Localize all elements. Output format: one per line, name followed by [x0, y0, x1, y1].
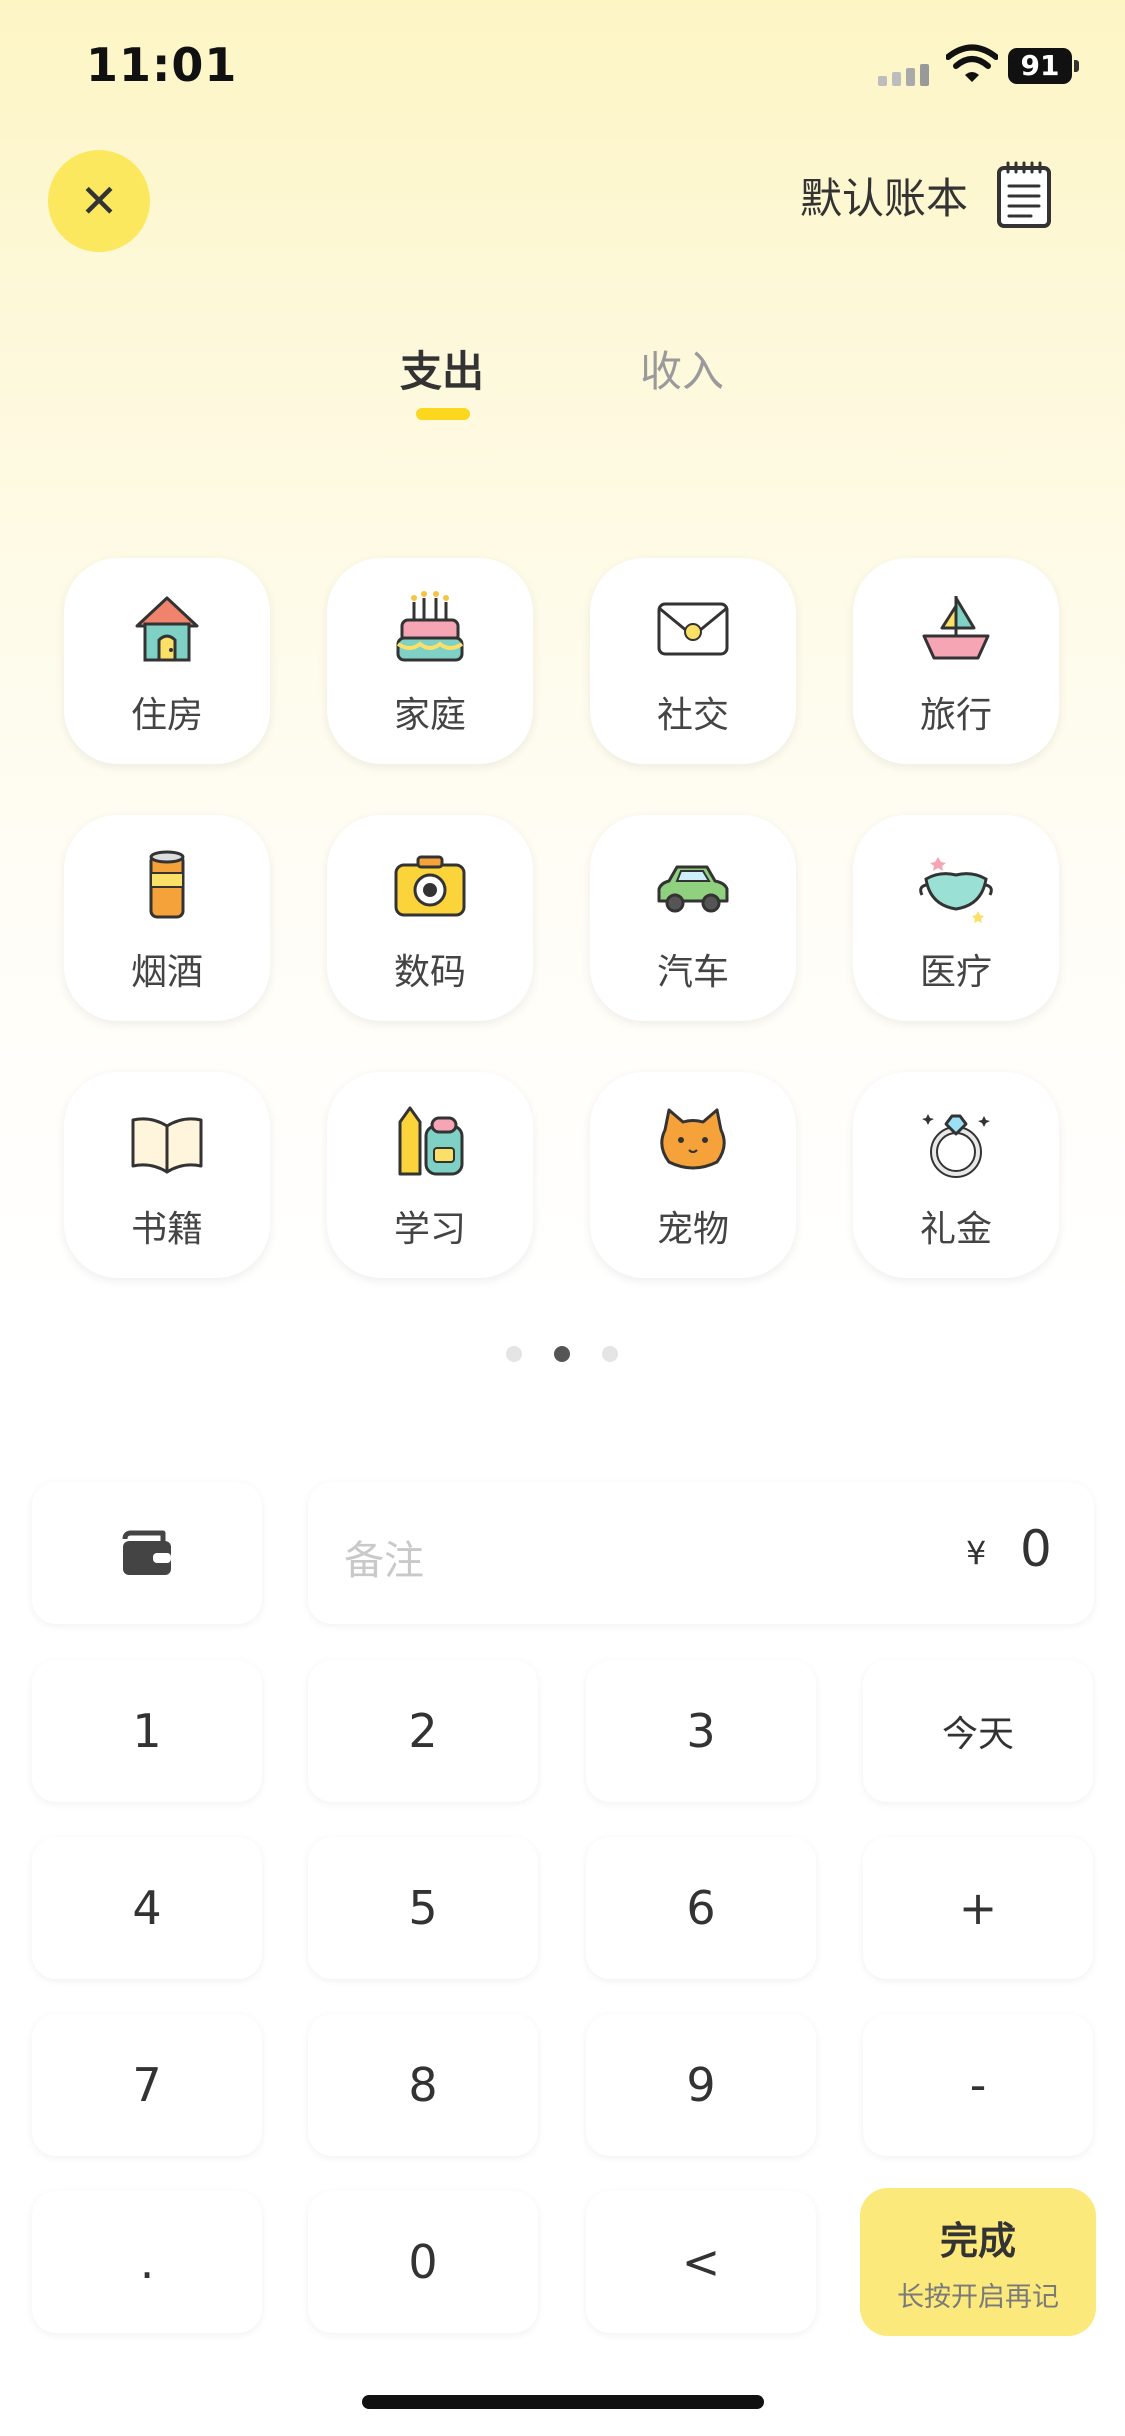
decimal-key[interactable]: .	[32, 2191, 262, 2333]
backspace-key[interactable]: <	[586, 2191, 816, 2333]
wallet-button[interactable]	[32, 1482, 262, 1624]
amount-display: 0	[1020, 1520, 1052, 1578]
battery-level: 91	[1008, 48, 1072, 84]
key-9[interactable]: 9	[586, 2014, 816, 2156]
home-indicator	[362, 2395, 764, 2409]
category-label: 宠物	[656, 1209, 729, 1250]
category-label: 汽车	[656, 952, 729, 993]
category-label: 住房	[130, 695, 203, 736]
category-gift-money[interactable]: 礼金	[853, 1072, 1059, 1278]
car-icon	[657, 865, 729, 913]
pencil-backpack-icon	[398, 1106, 464, 1176]
pager-dot-3[interactable]	[602, 1346, 618, 1362]
close-button[interactable]: ✕	[48, 150, 150, 252]
category-label: 礼金	[919, 1209, 992, 1250]
notepad-icon	[997, 161, 1052, 228]
today-button[interactable]: 今天	[863, 1660, 1093, 1802]
note-placeholder: 备注	[344, 1538, 424, 1584]
category-label: 学习	[393, 1209, 466, 1250]
house-icon	[135, 596, 199, 662]
battery-icon: 91	[1008, 48, 1080, 84]
category-books[interactable]: 书籍	[64, 1072, 270, 1278]
can-icon	[149, 850, 185, 919]
done-label: 完成	[939, 2219, 1016, 2263]
key-3[interactable]: 3	[586, 1660, 816, 1802]
category-tobacco-alcohol[interactable]: 烟酒	[64, 815, 270, 1021]
done-button[interactable]: 完成 长按开启再记	[860, 2188, 1096, 2336]
category-travel[interactable]: 旅行	[853, 558, 1059, 764]
key-7[interactable]: 7	[32, 2014, 262, 2156]
ring-icon	[922, 1114, 990, 1178]
key-2[interactable]: 2	[308, 1660, 538, 1802]
key-4[interactable]: 4	[32, 1837, 262, 1979]
sailboat-icon	[922, 596, 990, 660]
key-5[interactable]: 5	[308, 1837, 538, 1979]
key-0[interactable]: 0	[308, 2191, 538, 2333]
category-family[interactable]: 家庭	[327, 558, 533, 764]
key-6[interactable]: 6	[586, 1837, 816, 1979]
birthday-cake-icon	[396, 591, 464, 662]
note-input[interactable]: 备注 ¥ 0	[308, 1482, 1094, 1624]
category-label: 旅行	[919, 695, 992, 736]
mask-icon	[919, 857, 993, 923]
currency-symbol: ¥	[966, 1534, 987, 1572]
cellular-signal-icon	[878, 64, 929, 86]
category-medical[interactable]: 医疗	[853, 815, 1059, 1021]
camera-icon	[394, 855, 466, 917]
envelope-icon	[657, 602, 729, 656]
close-icon: ✕	[79, 174, 119, 228]
category-social[interactable]: 社交	[590, 558, 796, 764]
category-car[interactable]: 汽车	[590, 815, 796, 1021]
tab-expense[interactable]: 支出	[372, 338, 512, 399]
category-label: 烟酒	[130, 952, 203, 993]
category-label: 家庭	[393, 695, 466, 736]
status-time: 11:01	[86, 38, 238, 92]
tab-active-indicator	[416, 408, 470, 420]
wallet-icon	[122, 1530, 171, 1575]
account-book-label: 默认账本	[800, 173, 969, 223]
account-book-selector[interactable]: 默认账本	[800, 160, 1052, 230]
category-label: 医疗	[919, 952, 992, 993]
category-housing[interactable]: 住房	[64, 558, 270, 764]
tab-income[interactable]: 收入	[612, 338, 752, 399]
pager-dot-2[interactable]	[554, 1346, 570, 1362]
category-study[interactable]: 学习	[327, 1072, 533, 1278]
plus-key[interactable]: +	[863, 1837, 1093, 1979]
book-icon	[131, 1117, 203, 1174]
done-hint: 长按开启再记	[897, 2282, 1059, 2313]
category-label: 数码	[393, 952, 466, 993]
pager-dot-1[interactable]	[506, 1346, 522, 1362]
key-1[interactable]: 1	[32, 1660, 262, 1802]
category-label: 社交	[656, 695, 729, 736]
minus-key[interactable]: -	[863, 2014, 1093, 2156]
category-digital[interactable]: 数码	[327, 815, 533, 1021]
category-pets[interactable]: 宠物	[590, 1072, 796, 1278]
category-label: 书籍	[130, 1209, 203, 1250]
wifi-icon	[946, 44, 998, 82]
key-8[interactable]: 8	[308, 2014, 538, 2156]
cat-icon	[660, 1108, 726, 1170]
